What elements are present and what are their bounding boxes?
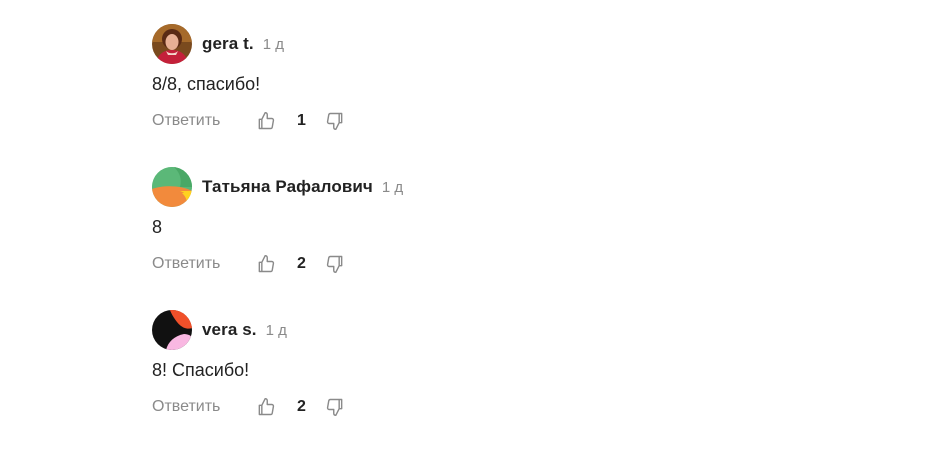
author-name[interactable]: Татьяна Рафалович: [202, 177, 373, 197]
reply-button[interactable]: Ответить: [152, 255, 224, 273]
dislike-button[interactable]: [323, 109, 347, 133]
like-button[interactable]: [254, 395, 278, 419]
dislike-button[interactable]: [323, 395, 347, 419]
avatar[interactable]: [152, 310, 192, 350]
comment-item: vera s. 1 д 8! Спасибо! Ответить 2: [152, 310, 852, 453]
avatar-photo-icon: [152, 24, 192, 64]
comment-text: 8: [152, 217, 163, 237]
like-count: 2: [297, 398, 306, 415]
thumbs-down-icon: [326, 112, 343, 131]
thumbs-down-icon: [326, 398, 343, 417]
author-name[interactable]: vera s.: [202, 320, 257, 340]
comment-item: Татьяна Рафалович 1 д 8 Ответить 2: [152, 167, 852, 310]
avatar-generated-icon: [152, 167, 192, 207]
comment-text: 8! Спасибо!: [152, 360, 250, 380]
comment-time: 1 д: [381, 178, 404, 196]
like-button[interactable]: [254, 109, 278, 133]
comment-actions: Ответить 2: [152, 252, 852, 276]
comment-header: vera s. 1 д: [152, 310, 852, 350]
like-button[interactable]: [254, 252, 278, 276]
like-count: 1: [297, 112, 306, 129]
author-name[interactable]: gera t.: [202, 34, 254, 54]
reply-button[interactable]: Ответить: [152, 398, 224, 416]
avatar-generated-icon: [152, 310, 192, 350]
comment-actions: Ответить 2: [152, 395, 852, 419]
comment-header: gera t. 1 д: [152, 24, 852, 64]
comment-actions: Ответить 1: [152, 109, 852, 133]
thumbs-down-icon: [326, 255, 343, 274]
comment-text: 8/8, спасибо!: [152, 74, 261, 94]
comments-list: gera t. 1 д 8/8, спасибо! Ответить 1 Тат…: [152, 24, 852, 453]
avatar[interactable]: [152, 167, 192, 207]
comment-header: Татьяна Рафалович 1 д: [152, 167, 852, 207]
dislike-button[interactable]: [323, 252, 347, 276]
thumbs-up-icon: [258, 111, 275, 130]
thumbs-up-icon: [258, 254, 275, 273]
avatar[interactable]: [152, 24, 192, 64]
comment-time: 1 д: [265, 321, 287, 339]
reply-button[interactable]: Ответить: [152, 112, 224, 130]
comment-time: 1 д: [262, 35, 284, 53]
like-count: 2: [297, 255, 306, 272]
thumbs-up-icon: [258, 397, 275, 416]
comment-item: gera t. 1 д 8/8, спасибо! Ответить 1: [152, 24, 852, 167]
